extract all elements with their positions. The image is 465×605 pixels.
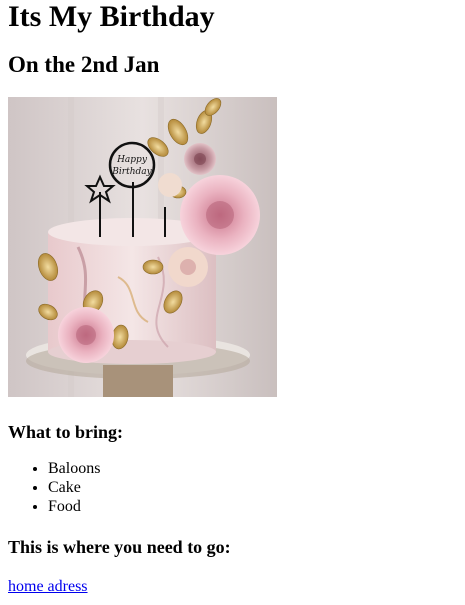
page-subtitle: On the 2nd Jan — [8, 52, 160, 77]
svg-text:Happy: Happy — [116, 155, 148, 165]
home-address-link[interactable]: home adress — [8, 578, 88, 595]
bring-title: What to bring: — [8, 422, 124, 442]
cake-image: Happy Birthday — [8, 97, 277, 397]
bring-list: Baloons Cake Food — [8, 459, 457, 516]
svg-text:Birthday: Birthday — [111, 167, 152, 177]
location-link-row: home adress — [8, 577, 457, 596]
page: Its My Birthday On the 2nd Jan Happy Bir… — [0, 0, 465, 596]
page-title: Its My Birthday — [8, 0, 215, 33]
location-title: This is where you need to go: — [8, 537, 231, 557]
list-item: Cake — [48, 478, 457, 497]
list-item: Food — [48, 497, 457, 516]
list-item: Baloons — [48, 459, 457, 478]
